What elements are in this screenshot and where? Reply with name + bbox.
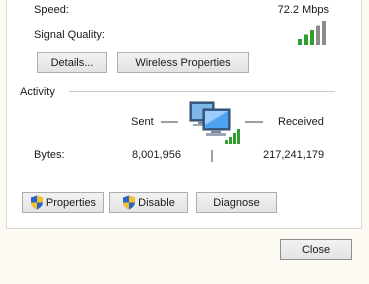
disable-button[interactable]: Disable	[109, 192, 188, 213]
close-button[interactable]: Close	[280, 239, 352, 260]
diagnose-button[interactable]: Diagnose	[196, 192, 277, 213]
shield-icon	[30, 195, 43, 210]
disable-button-label: Disable	[138, 196, 175, 209]
signal-bar-unlit	[316, 25, 320, 45]
bytes-received-value: 217,241,179	[263, 149, 325, 161]
speed-label: Speed:	[34, 4, 69, 16]
received-label: Received	[278, 116, 324, 128]
properties-button-label: Properties	[45, 196, 97, 209]
signal-bar-unlit	[322, 21, 326, 45]
bytes-sent-value: 8,001,956	[132, 149, 181, 161]
activity-tick	[211, 150, 213, 162]
bytes-label: Bytes:	[34, 149, 65, 161]
signal-bar-lit	[310, 30, 314, 45]
signal-strength-icon	[298, 21, 326, 45]
signal-bar-lit	[304, 34, 308, 45]
signal-bar-lit	[298, 39, 302, 45]
sent-connector	[161, 121, 178, 123]
shield-icon	[123, 195, 136, 210]
sent-label: Sent	[131, 116, 154, 128]
connection-status-panel: Speed: 72.2 Mbps Signal Quality: Details…	[6, 0, 362, 229]
wireless-properties-button[interactable]: Wireless Properties	[117, 52, 249, 73]
properties-button[interactable]: Properties	[22, 192, 104, 213]
received-connector	[245, 121, 263, 123]
signal-quality-label: Signal Quality:	[34, 29, 105, 41]
activity-separator	[69, 91, 335, 92]
network-computers-icon	[189, 101, 240, 144]
speed-value: 72.2 Mbps	[277, 4, 329, 16]
details-button[interactable]: Details...	[37, 52, 107, 73]
activity-heading: Activity	[20, 86, 55, 98]
